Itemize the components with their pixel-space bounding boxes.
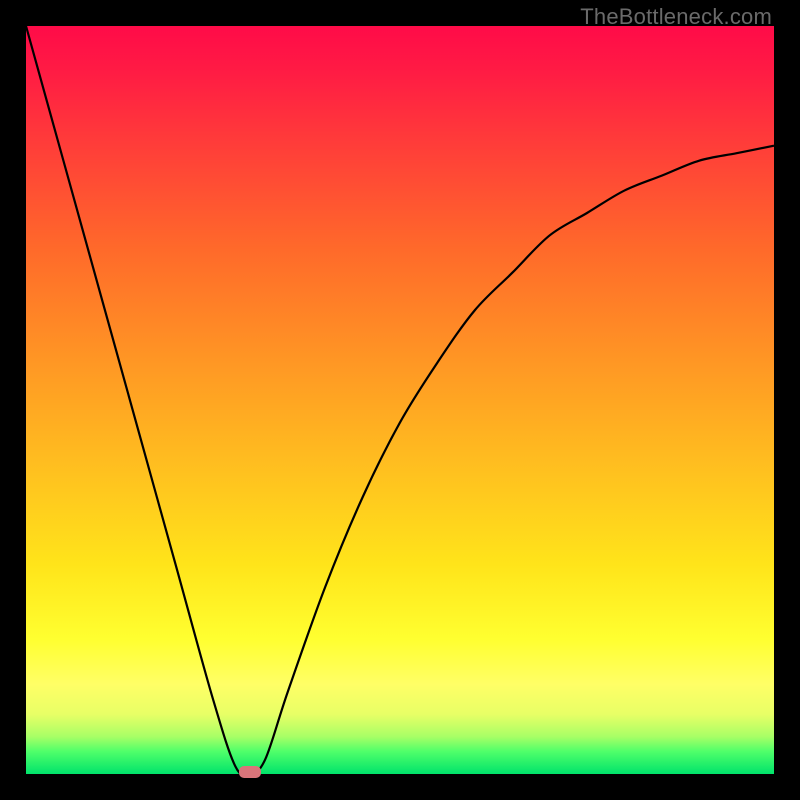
watermark-text: TheBottleneck.com: [580, 4, 772, 30]
bottleneck-curve: [26, 26, 774, 774]
curve-line: [26, 26, 774, 776]
chart-frame: TheBottleneck.com: [0, 0, 800, 800]
plot-area: [26, 26, 774, 774]
optimum-marker: [239, 766, 261, 778]
